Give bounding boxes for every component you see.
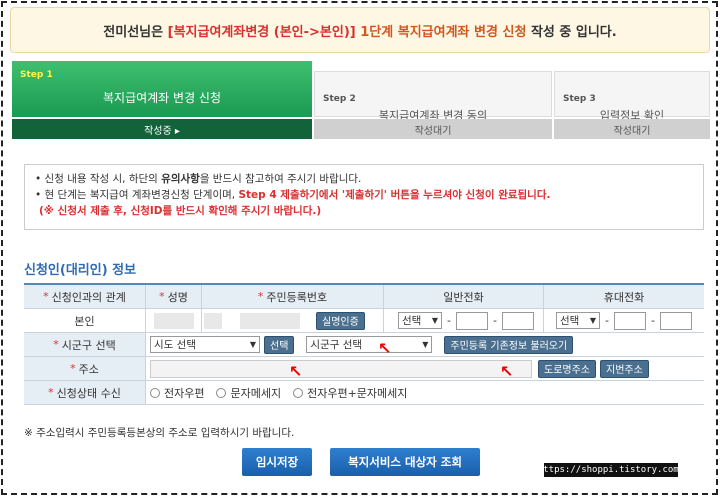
step-3-status: 작성대기 (554, 119, 710, 139)
step-1: Step 1 복지급여계좌 변경 신청 작성중 ▸ (12, 61, 312, 139)
watermark: https://shoppi.tistory.com/ (537, 463, 685, 477)
chevron-down-icon: ▼ (422, 340, 429, 349)
radio-circle-icon (293, 387, 304, 398)
step-3-num: Step 3 (563, 94, 596, 104)
notice-line1-a: • 신청 내용 작성 시, 하단의 (35, 173, 158, 185)
required-mark: * (43, 290, 49, 303)
form-row-receive: * 신청상태 수신 전자우편 문자메세지 전자우편+문자메세지 (24, 381, 704, 405)
notice-line2-a: • 현 단계는 복지급여 계좌변경신청 단계이며, (35, 189, 236, 201)
step-2-status: 작성대기 (314, 119, 552, 139)
banner-suffix: 작성 중 입니다. (530, 24, 617, 40)
address-footnote: ※ 주소입력시 주민등록등본상의 주소로 입력하시기 바랍니다. (24, 427, 295, 439)
receive-sms-radio[interactable]: 문자메세지 (216, 385, 281, 401)
notice-line2-b: Step 4 제출하기에서 '제출하기' 버튼을 누르셔야 신청이 완료됩니다. (238, 189, 551, 201)
mobile-last-input[interactable] (659, 311, 692, 330)
required-mark: * (257, 290, 264, 303)
rrn-back-field[interactable] (240, 312, 300, 329)
verify-name-button[interactable]: 실명인증 (316, 311, 365, 330)
name-field[interactable] (153, 312, 194, 329)
road-address-button[interactable]: 도로명주소 (538, 359, 596, 378)
required-mark: * (159, 290, 165, 303)
header-phone: 일반전화 (443, 290, 484, 304)
jibun-address-button[interactable]: 지번주소 (600, 359, 649, 378)
receive-label: 신청상태 수신 (56, 386, 121, 400)
status-banner: 전미선님은 [복지급여계좌변경 (본인->본인)] 1단계 복지급여계좌 변경 … (10, 7, 710, 53)
radio-circle-icon (150, 387, 160, 398)
phone-mid-input[interactable] (455, 311, 488, 330)
notice-line1-c: 을 반드시 참고하여 주시기 바랍니다. (199, 173, 362, 185)
chevron-down-icon: ▼ (589, 316, 596, 325)
radio-circle-icon (216, 387, 227, 398)
section-title: 신청인(대리인) 정보 (24, 263, 137, 278)
address-label: 주소 (78, 362, 99, 376)
notice-box: • 신청 내용 작성 시, 하단의 유의사항을 반드시 참고하여 주시기 바랍니… (24, 164, 704, 230)
form-row-applicant: 본인 실명인증 선택 ▼ - - 선택 ▼ - - (24, 309, 704, 333)
step-3: Step 3 입력정보 확인 작성대기 (554, 61, 710, 139)
step-1-num: Step 1 (20, 70, 53, 80)
rrn-front-field[interactable] (204, 312, 222, 329)
region-label: 시군구 선택 (61, 338, 116, 352)
required-mark: * (70, 362, 76, 375)
receive-both-radio[interactable]: 전자우편+문자메세지 (293, 385, 407, 401)
step-progress: Step 1 복지급여계좌 변경 신청 작성중 ▸ Step 2 복지급여계좌 … (12, 61, 710, 139)
sido-select[interactable]: 시도 선택 ▼ (150, 336, 260, 353)
header-rrn: 주민등록번호 (266, 290, 328, 304)
banner-step: 1단계 복지급여계좌 변경 신청 (360, 24, 527, 40)
header-mobile: 휴대전화 (603, 290, 645, 304)
receive-email-radio[interactable]: 전자우편 (150, 385, 204, 401)
annotation-arrow-icon: ↖ (500, 362, 514, 381)
mobile-mid-input[interactable] (613, 311, 646, 330)
notice-line3: (※ 신청서 제출 후, 신청ID를 반드시 확인해 주시기 바랍니다.) (39, 205, 322, 217)
welfare-lookup-button[interactable]: 복지서비스 대상자 조회 (330, 448, 480, 476)
address-input[interactable] (150, 359, 532, 378)
step-2-num: Step 2 (323, 94, 356, 104)
chevron-down-icon: ▼ (431, 316, 438, 325)
applicant-form: * 신청인과의 관계 * 성명 * 주민등록번호 일반전화 휴대전화 본인 실명인증 … (24, 283, 704, 405)
phone-area-select[interactable]: 선택 ▼ (398, 312, 442, 329)
sigungu-select[interactable]: 시군구 선택 ▼ (306, 336, 433, 353)
sido-select-button[interactable]: 선택 (264, 335, 295, 354)
header-name: 성명 (167, 290, 188, 304)
load-resident-info-button[interactable]: 주민등록 기존정보 불러오기 (444, 335, 574, 354)
step-2: Step 2 복지급여계좌 변경 동의 작성대기 (314, 61, 552, 139)
relation-value: 본인 (24, 309, 146, 332)
required-mark: * (53, 338, 59, 351)
form-row-region: * 시군구 선택 시도 선택 ▼ 선택 시군구 선택 ▼ 주민등록 기존정보 불러오기 (24, 333, 704, 357)
step-1-status: 작성중 ▸ (12, 119, 312, 139)
annotation-arrow-icon: ↖ (289, 362, 303, 381)
required-mark: * (48, 386, 54, 399)
phone-last-input[interactable] (501, 311, 534, 330)
step-1-title: 복지급여계좌 변경 신청 (102, 91, 222, 105)
chevron-down-icon: ▼ (249, 340, 256, 349)
form-header-row: * 신청인과의 관계 * 성명 * 주민등록번호 일반전화 휴대전화 (24, 285, 704, 309)
mobile-prefix-select[interactable]: 선택 ▼ (556, 312, 600, 329)
header-relation: 신청인과의 관계 (51, 290, 126, 304)
form-row-address: * 주소 도로명주소 지번주소 (24, 357, 704, 381)
annotation-arrow-icon: ↖ (378, 339, 392, 358)
temp-save-button[interactable]: 임시저장 (242, 448, 312, 476)
banner-name: 전미선님은 (103, 24, 164, 40)
banner-highlight: [복지급여계좌변경 (본인->본인)] (167, 24, 356, 40)
notice-line1-b: 유의사항 (161, 173, 200, 185)
